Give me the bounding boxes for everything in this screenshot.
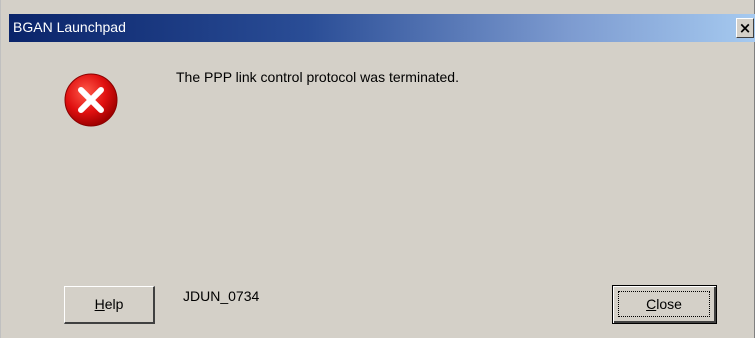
focus-rectangle: Close: [618, 291, 710, 317]
title-bar[interactable]: BGAN Launchpad ×: [9, 14, 755, 42]
error-dialog: BGAN Launchpad × The PPP link control pr…: [0, 0, 755, 338]
close-button[interactable]: Close: [612, 285, 717, 324]
window-title: BGAN Launchpad: [13, 19, 126, 35]
close-icon: ×: [738, 19, 752, 37]
close-label-rest: lose: [656, 296, 682, 312]
error-code: JDUN_0734: [183, 288, 260, 304]
help-label-rest: elp: [104, 296, 124, 312]
close-mnemonic: C: [646, 296, 657, 312]
help-button[interactable]: Help: [64, 286, 155, 324]
help-mnemonic: H: [94, 296, 105, 312]
close-window-button[interactable]: ×: [736, 18, 754, 38]
error-icon: [64, 73, 118, 127]
error-message: The PPP link control protocol was termin…: [176, 69, 459, 85]
